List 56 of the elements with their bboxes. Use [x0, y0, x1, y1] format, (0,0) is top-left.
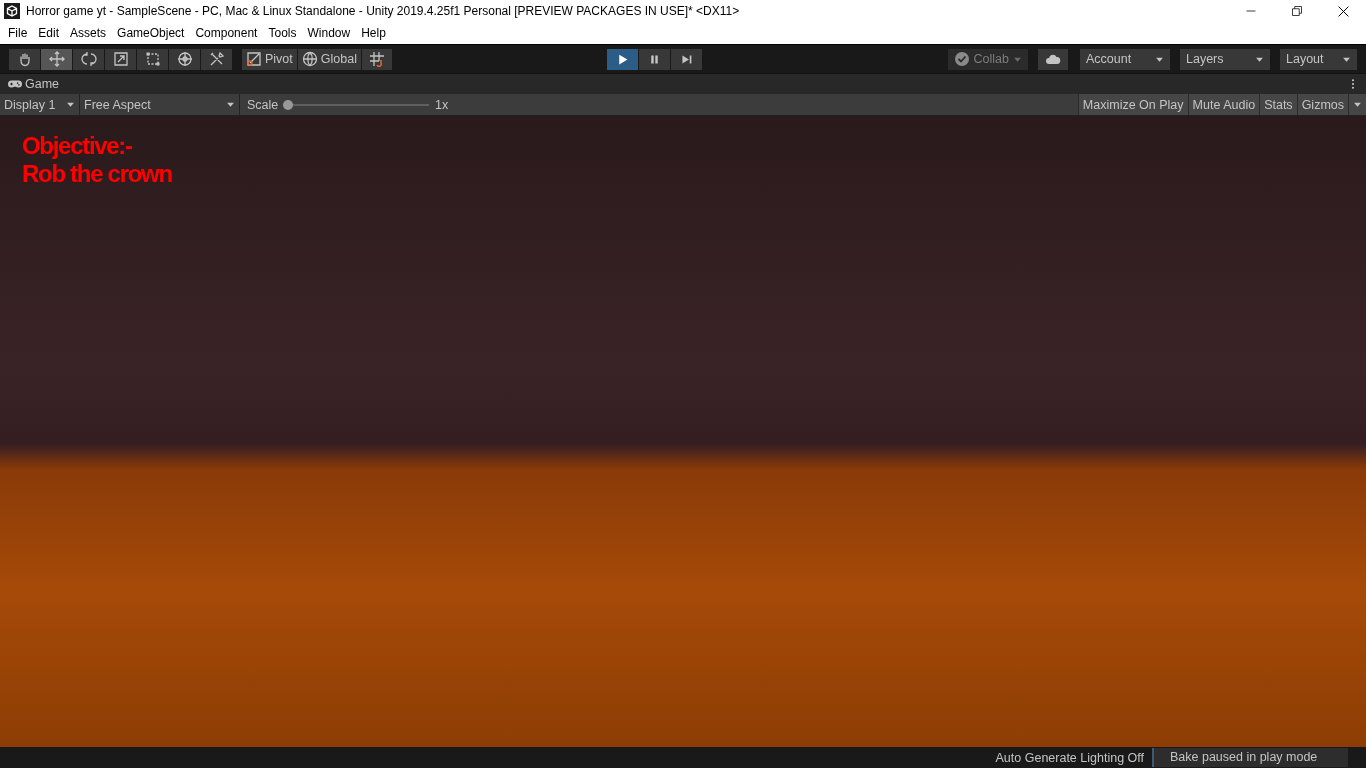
toggle-button[interactable]: Maximize On Play: [1077, 94, 1188, 115]
menu-item[interactable]: File: [2, 26, 33, 40]
dropdown-button[interactable]: Account: [1080, 48, 1170, 70]
restore-icon: [1291, 5, 1303, 17]
tool-button[interactable]: [9, 48, 40, 70]
objective-text: Objective:-: [22, 132, 133, 160]
tool-button[interactable]: [105, 48, 136, 70]
rotate-icon: [80, 51, 97, 67]
handle-toggle-button[interactable]: Global: [297, 48, 361, 70]
pause-button[interactable]: [638, 48, 670, 70]
tool-button[interactable]: [41, 48, 72, 70]
close-icon: [1336, 4, 1350, 18]
dropdown-button[interactable]: Layers: [1180, 48, 1270, 70]
lighting-status: Auto Generate Lighting Off: [995, 750, 1145, 765]
pivot-icon: [246, 51, 262, 67]
tool-button[interactable]: [169, 48, 200, 70]
transform-icon: [176, 51, 193, 67]
game-tab[interactable]: Game: [0, 77, 66, 91]
menu-item[interactable]: Tools: [262, 26, 302, 40]
slider-thumb[interactable]: [283, 99, 293, 110]
scale-icon: [112, 51, 129, 67]
menu-item[interactable]: Assets: [64, 26, 112, 40]
tools-icon: [208, 51, 225, 67]
bake-status: Bake paused in play mode: [1152, 748, 1348, 767]
dropdown-button[interactable]: Layout: [1280, 48, 1357, 70]
step-icon: [679, 52, 693, 66]
scale-value: 1x: [435, 97, 449, 112]
snap-button[interactable]: [361, 48, 392, 70]
check-circle-icon: [953, 51, 970, 67]
handle-toggle-button[interactable]: Pivot: [242, 48, 297, 70]
unity-logo-icon: [4, 3, 20, 19]
objective-text: Rob the crown: [22, 160, 172, 188]
toggle-button[interactable]: Mute Audio: [1187, 94, 1260, 115]
step-button[interactable]: [670, 48, 702, 70]
toggle-button[interactable]: Gizmos: [1296, 94, 1348, 115]
menu-item[interactable]: Component: [189, 26, 263, 40]
window-title: Horror game yt - SampleScene - PC, Mac & Linux Standalone - Unity 2019.4.25f1 Personal [PREVIEW PACKAGES IN USE]* <DX11>: [26, 4, 741, 18]
gizmos-menu-button[interactable]: [1348, 94, 1366, 115]
cloud-button[interactable]: [1038, 48, 1068, 70]
tool-button[interactable]: [73, 48, 104, 70]
toggle-button[interactable]: Stats: [1259, 94, 1297, 115]
play-button[interactable]: [606, 48, 638, 70]
grid-snap-icon: [368, 51, 385, 67]
menu-item[interactable]: Edit: [32, 26, 65, 40]
caret-icon: [226, 100, 235, 109]
tool-button[interactable]: [137, 48, 168, 70]
menu-item[interactable]: GameObject: [111, 26, 190, 40]
tool-button[interactable]: [201, 48, 232, 70]
scale-label: Scale: [247, 97, 280, 112]
rect-tool-icon: [144, 51, 161, 67]
caret-icon: [66, 100, 75, 109]
menu-item[interactable]: Window: [301, 26, 356, 40]
caret-icon: [1353, 100, 1362, 109]
globe-icon: [301, 51, 318, 67]
menu-item[interactable]: Help: [355, 26, 391, 40]
move-icon: [48, 51, 65, 67]
